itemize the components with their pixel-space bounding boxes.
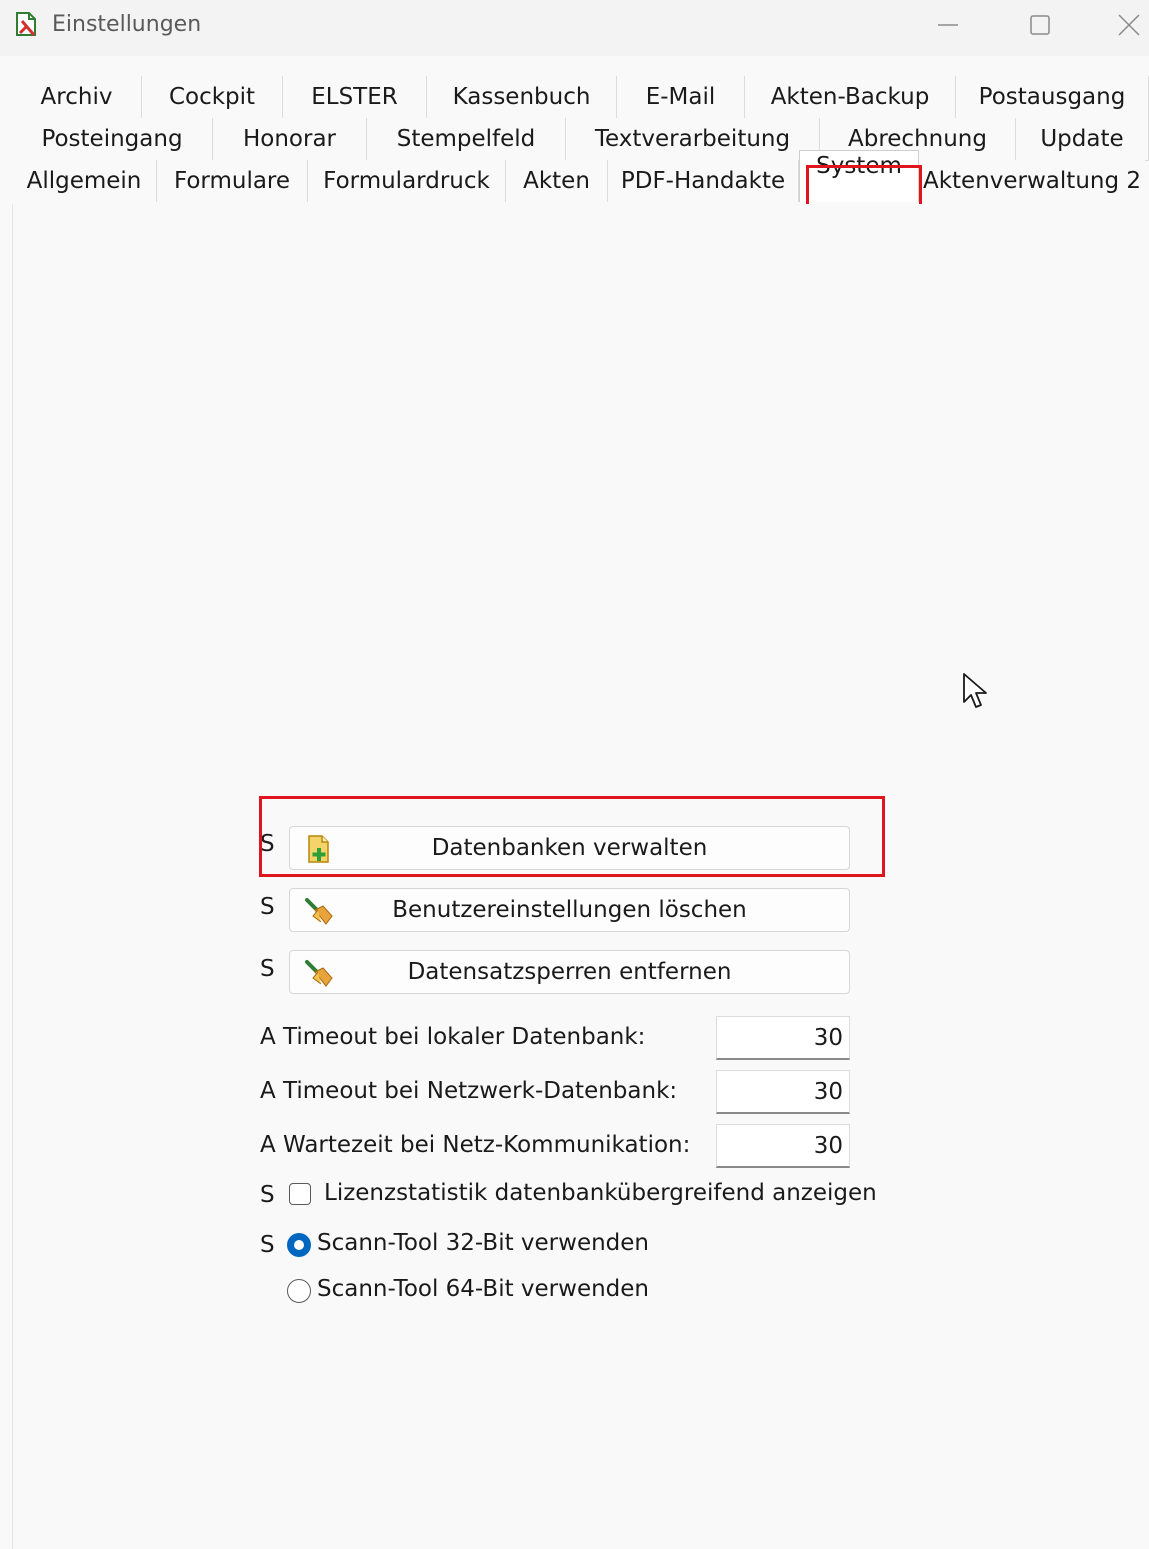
broom-icon <box>305 898 333 925</box>
tab-row-2: Posteingang Honorar Stempelfeld Textvera… <box>12 118 1149 161</box>
scan-tool-64bit-radio[interactable] <box>287 1279 311 1303</box>
tab-kassenbuch[interactable]: Kassenbuch <box>427 76 617 118</box>
manage-databases-label: Datenbanken verwalten <box>431 835 708 861</box>
network-db-timeout-label: A Timeout bei Netzwerk-Datenbank: <box>260 1078 678 1104</box>
network-db-timeout-input[interactable] <box>716 1070 850 1114</box>
title-bar[interactable]: Einstellungen <box>0 0 1149 56</box>
button-prefix-1: S <box>260 831 275 857</box>
mouse-pointer-icon <box>963 673 987 708</box>
settings-window: Einstellungen Archiv Cockpit ELSTER Kass… <box>0 0 1149 1549</box>
scan-tool-32bit-label[interactable]: Scann-Tool 32-Bit verwenden <box>317 1230 649 1256</box>
system-settings-panel <box>12 204 1149 1549</box>
network-wait-time-input[interactable] <box>716 1124 850 1168</box>
tab-formulardruck[interactable]: Formulardruck <box>308 160 506 202</box>
clear-user-settings-label: Benutzereinstellungen löschen <box>392 897 747 923</box>
tab-textverarbeitung[interactable]: Textverarbeitung <box>566 118 820 160</box>
manage-databases-button[interactable]: Datenbanken verwalten <box>289 826 850 870</box>
scan-tool-32bit-radio[interactable] <box>287 1233 311 1257</box>
tab-akten[interactable]: Akten <box>506 160 608 202</box>
app-document-icon <box>16 12 36 36</box>
tab-row-3: Allgemein Formulare Formulardruck Akten … <box>12 150 1145 202</box>
remove-record-locks-label: Datensatzsperren entfernen <box>407 959 732 985</box>
radio-prefix: S <box>260 1232 275 1258</box>
tab-pdf-handakte[interactable]: PDF-Handakte <box>608 160 799 202</box>
tab-archiv[interactable]: Archiv <box>12 76 142 118</box>
local-db-timeout-input[interactable] <box>716 1016 850 1060</box>
broom-icon <box>305 960 333 987</box>
tab-akten-backup[interactable]: Akten-Backup <box>745 76 956 118</box>
license-stats-label[interactable]: Lizenzstatistik datenbankübergreifend an… <box>324 1180 877 1206</box>
tab-postausgang[interactable]: Postausgang <box>956 76 1149 118</box>
tab-system[interactable]: System <box>799 150 919 202</box>
tab-posteingang[interactable]: Posteingang <box>12 118 213 160</box>
minimize-icon <box>938 24 958 26</box>
tab-cockpit[interactable]: Cockpit <box>142 76 283 118</box>
minimize-button[interactable] <box>925 6 971 44</box>
tab-formulare[interactable]: Formulare <box>157 160 308 202</box>
maximize-icon <box>1030 15 1050 35</box>
clear-user-settings-button[interactable]: Benutzereinstellungen löschen <box>289 888 850 932</box>
tab-elster[interactable]: ELSTER <box>283 76 427 118</box>
scan-tool-64bit-label[interactable]: Scann-Tool 64-Bit verwenden <box>317 1276 649 1302</box>
close-button[interactable] <box>1106 6 1149 44</box>
database-add-icon <box>308 835 329 863</box>
license-stats-checkbox[interactable] <box>289 1183 311 1205</box>
tab-honorar[interactable]: Honorar <box>213 118 367 160</box>
remove-record-locks-button[interactable]: Datensatzsperren entfernen <box>289 950 850 994</box>
checkbox-prefix: S <box>260 1182 275 1208</box>
button-prefix-3: S <box>260 956 275 982</box>
settings-tabs: Archiv Cockpit ELSTER Kassenbuch E-Mail … <box>12 76 1149 204</box>
tab-stempelfeld[interactable]: Stempelfeld <box>367 118 566 160</box>
close-icon <box>1118 14 1140 36</box>
tab-aktenverwaltung-2[interactable]: Aktenverwaltung 2 <box>919 160 1145 202</box>
local-db-timeout-label: A Timeout bei lokaler Datenbank: <box>260 1024 646 1050</box>
tab-email[interactable]: E-Mail <box>617 76 745 118</box>
tab-update[interactable]: Update <box>1016 118 1149 160</box>
window-title: Einstellungen <box>52 12 202 37</box>
tab-allgemein[interactable]: Allgemein <box>12 160 157 202</box>
button-prefix-2: S <box>260 894 275 920</box>
network-wait-time-label: A Wartezeit bei Netz-Kommunikation: <box>260 1132 691 1158</box>
maximize-button[interactable] <box>1017 6 1063 44</box>
tab-row-1: Archiv Cockpit ELSTER Kassenbuch E-Mail … <box>12 76 1149 119</box>
